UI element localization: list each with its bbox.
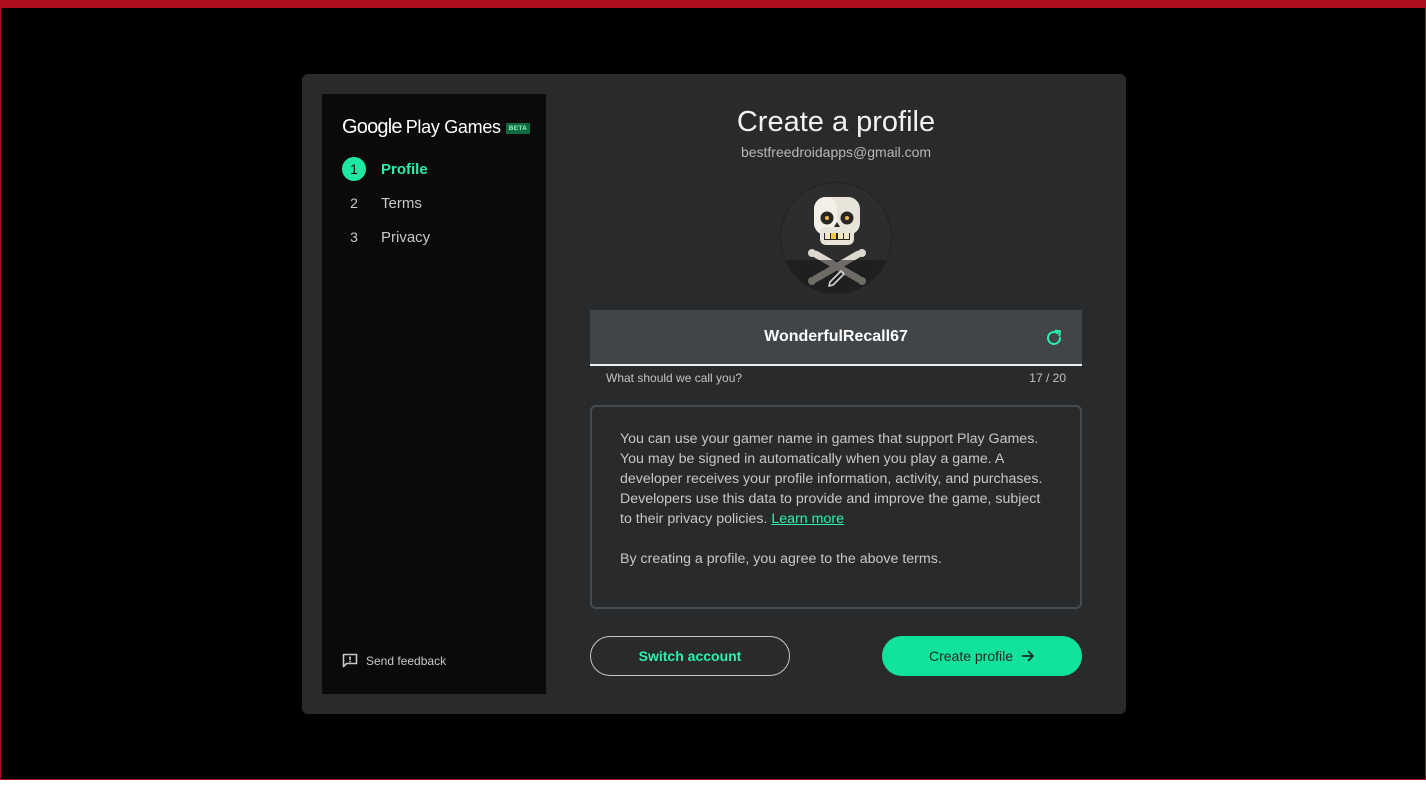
account-email: bestfreedroidapps@gmail.com [740,144,932,160]
arrow-right-icon [1021,650,1034,662]
step-number: 1 [342,157,366,181]
page-title: Create a profile [736,106,936,138]
step-list: 1 Profile 2 Terms 3 Privacy [342,152,430,254]
brand-google: Google [342,116,402,138]
gamer-name-helper: What should we call you? [606,371,743,385]
create-profile-dialog: Google Play Games BETA 1 Profile 2 Terms… [302,74,1126,714]
step-label: Privacy [381,228,431,246]
character-counter: 17 / 20 [1029,371,1066,385]
sidebar: Google Play Games BETA 1 Profile 2 Terms… [322,94,546,694]
switch-account-button[interactable]: Switch account [590,636,790,676]
step-profile: 1 Profile [342,152,430,186]
pencil-icon [828,270,845,287]
google-play-games-logo: Google Play Games BETA [342,116,531,139]
terms-paragraph: You can use your gamer name in games tha… [620,429,1052,529]
step-terms: 2 Terms [342,186,430,220]
send-feedback-label: Send feedback [366,653,447,668]
gamer-name-value[interactable]: WonderfulRecall67 [764,328,908,346]
app-window: Google Play Games BETA 1 Profile 2 Terms… [0,0,1426,780]
step-privacy: 3 Privacy [342,220,430,254]
avatar-edit-overlay[interactable] [781,260,891,293]
create-profile-button[interactable]: Create profile [882,636,1082,676]
create-profile-label: Create profile [928,648,1014,664]
learn-more-link[interactable]: Learn more [771,511,844,527]
main-panel: Create a profile bestfreedroidapps@gmail… [590,74,1082,714]
step-number: 3 [350,229,358,245]
step-number: 2 [350,195,358,211]
avatar[interactable] [780,182,892,294]
gamer-name-input[interactable]: WonderfulRecall67 [590,310,1082,366]
refresh-icon[interactable] [1044,328,1064,348]
window-top-border [1,0,1425,8]
beta-badge: BETA [505,123,531,134]
send-feedback-link[interactable]: Send feedback [342,653,446,668]
agreement-text: By creating a profile, you agree to the … [620,551,942,567]
brand-product: Play Games [405,117,501,137]
terms-notice: You can use your gamer name in games tha… [590,405,1082,609]
step-label: Profile [381,160,428,178]
feedback-icon [342,653,358,668]
step-label: Terms [381,194,422,212]
